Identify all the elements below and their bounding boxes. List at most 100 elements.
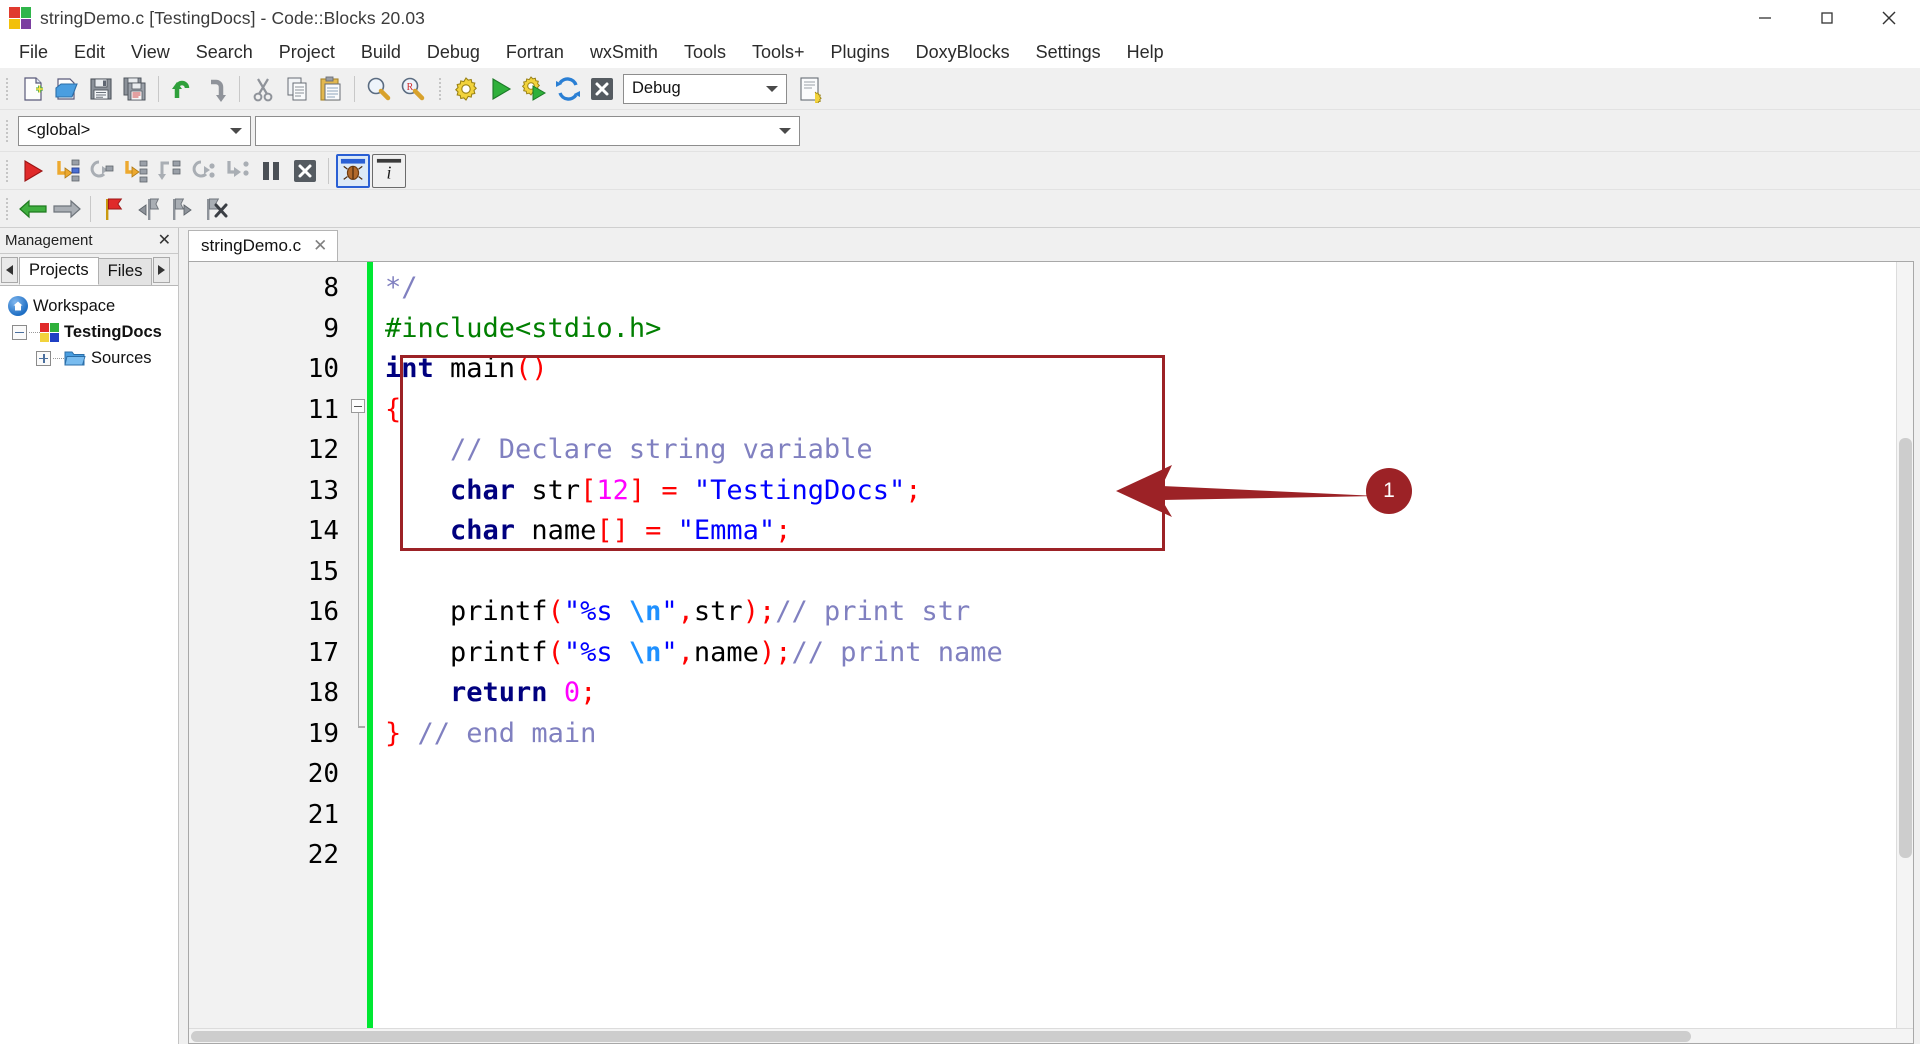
expand-toggle-icon[interactable] bbox=[36, 350, 51, 366]
code-line[interactable]: #include<stdio.h> bbox=[385, 309, 1913, 350]
forward-icon[interactable] bbox=[51, 193, 83, 225]
rebuild-icon[interactable] bbox=[552, 73, 584, 105]
fold-margin[interactable] bbox=[349, 262, 367, 1043]
redo-icon[interactable] bbox=[200, 73, 232, 105]
toggle-bookmark-icon[interactable] bbox=[98, 193, 130, 225]
menu-help[interactable]: Help bbox=[1114, 39, 1177, 66]
menu-view[interactable]: View bbox=[118, 39, 183, 66]
close-button[interactable] bbox=[1858, 0, 1920, 36]
editor-vertical-scrollbar[interactable] bbox=[1896, 262, 1913, 1043]
undo-icon[interactable] bbox=[166, 73, 198, 105]
toolbar-grip[interactable] bbox=[437, 74, 446, 104]
code-line[interactable]: char name[] = "Emma"; bbox=[385, 511, 1913, 552]
run-to-cursor-icon[interactable] bbox=[51, 155, 83, 187]
build-target-combo[interactable]: Debug bbox=[623, 73, 787, 104]
collapse-toggle-icon[interactable] bbox=[12, 324, 27, 340]
code-text[interactable]: */#include<stdio.h> int main(){ // Declar… bbox=[373, 262, 1913, 1043]
step-into-instruction-icon[interactable] bbox=[221, 155, 253, 187]
scrollbar-thumb[interactable] bbox=[1899, 438, 1912, 858]
paste-icon[interactable] bbox=[315, 73, 347, 105]
clear-bookmarks-icon[interactable] bbox=[200, 193, 232, 225]
menu-tools[interactable]: Tools bbox=[671, 39, 739, 66]
code-line[interactable]: */ bbox=[385, 268, 1913, 309]
save-all-icon[interactable] bbox=[119, 73, 151, 105]
build-and-run-icon[interactable] bbox=[518, 73, 550, 105]
code-line[interactable]: printf("%s \n",str);// print str bbox=[385, 592, 1913, 633]
close-icon[interactable]: ✕ bbox=[158, 232, 171, 249]
menu-settings[interactable]: Settings bbox=[1023, 39, 1114, 66]
code-token: [ bbox=[580, 474, 597, 506]
close-icon[interactable]: ✕ bbox=[313, 236, 327, 256]
line-number: 9 bbox=[323, 313, 339, 344]
run-icon[interactable] bbox=[484, 73, 516, 105]
toolbar-grip[interactable] bbox=[4, 116, 13, 146]
maximize-button[interactable] bbox=[1796, 0, 1858, 36]
tree-node-testingdocs[interactable]: TestingDocs bbox=[0, 319, 178, 345]
code-line[interactable] bbox=[385, 754, 1913, 795]
scope-combo[interactable]: <global> bbox=[18, 115, 251, 146]
menu-file[interactable]: File bbox=[6, 39, 61, 66]
tab-scroll-left-icon[interactable] bbox=[1, 257, 18, 283]
debug-continue-icon[interactable] bbox=[17, 155, 49, 187]
menu-tools-plus[interactable]: Tools+ bbox=[739, 39, 818, 66]
next-instruction-icon[interactable] bbox=[187, 155, 219, 187]
code-line[interactable]: return 0; bbox=[385, 673, 1913, 714]
previous-bookmark-icon[interactable] bbox=[132, 193, 164, 225]
menu-doxyblocks[interactable]: DoxyBlocks bbox=[903, 39, 1023, 66]
code-line[interactable]: { bbox=[385, 390, 1913, 431]
stop-debugger-icon[interactable] bbox=[289, 155, 321, 187]
fold-toggle-icon[interactable] bbox=[351, 399, 365, 413]
menu-plugins[interactable]: Plugins bbox=[818, 39, 903, 66]
code-editor[interactable]: 8 9 10 11 12 13 14 15 16 17 18 19 20 21 22 */#include<… bbox=[188, 261, 1914, 1044]
next-bookmark-icon[interactable] bbox=[166, 193, 198, 225]
code-line[interactable] bbox=[385, 552, 1913, 593]
tree-node-workspace[interactable]: Workspace bbox=[0, 293, 178, 319]
code-line[interactable]: } // end main bbox=[385, 714, 1913, 755]
build-options-icon[interactable] bbox=[795, 73, 827, 105]
build-icon[interactable] bbox=[450, 73, 482, 105]
replace-icon[interactable]: R bbox=[396, 73, 428, 105]
debugging-windows-icon[interactable] bbox=[336, 153, 370, 188]
menu-project[interactable]: Project bbox=[266, 39, 348, 66]
find-icon[interactable] bbox=[362, 73, 394, 105]
tab-files[interactable]: Files bbox=[97, 258, 153, 285]
editor-horizontal-scrollbar[interactable] bbox=[189, 1028, 1913, 1043]
menu-debug[interactable]: Debug bbox=[414, 39, 493, 66]
cut-icon[interactable] bbox=[247, 73, 279, 105]
toolbar-grip[interactable] bbox=[4, 74, 13, 104]
code-line[interactable] bbox=[385, 795, 1913, 836]
menu-build[interactable]: Build bbox=[348, 39, 414, 66]
code-line[interactable]: char str[12] = "TestingDocs"; bbox=[385, 471, 1913, 512]
line-number: 16 bbox=[307, 597, 339, 627]
tree-node-sources[interactable]: Sources bbox=[0, 345, 178, 371]
code-token: printf bbox=[385, 596, 548, 627]
copy-icon[interactable] bbox=[281, 73, 313, 105]
tab-projects[interactable]: Projects bbox=[19, 257, 99, 285]
minimize-button[interactable] bbox=[1734, 0, 1796, 36]
menu-search[interactable]: Search bbox=[183, 39, 266, 66]
next-line-icon[interactable] bbox=[85, 155, 117, 187]
back-icon[interactable] bbox=[17, 193, 49, 225]
toolbar-grip[interactable] bbox=[4, 194, 13, 224]
abort-icon[interactable] bbox=[586, 73, 618, 105]
various-info-icon[interactable]: i bbox=[372, 153, 406, 188]
tab-scroll-right-icon[interactable] bbox=[153, 257, 171, 283]
step-out-icon[interactable] bbox=[153, 155, 185, 187]
symbol-combo[interactable] bbox=[255, 115, 800, 146]
menu-wxsmith[interactable]: wxSmith bbox=[577, 39, 671, 66]
open-file-icon[interactable] bbox=[51, 73, 83, 105]
menu-fortran[interactable]: Fortran bbox=[493, 39, 577, 66]
break-debugger-icon[interactable] bbox=[255, 155, 287, 187]
step-into-icon[interactable] bbox=[119, 155, 151, 187]
menu-edit[interactable]: Edit bbox=[61, 39, 118, 66]
code-line[interactable]: int main() bbox=[385, 349, 1913, 390]
code-line[interactable]: // Declare string variable bbox=[385, 430, 1913, 471]
code-line[interactable]: printf("%s \n",name);// print name bbox=[385, 633, 1913, 674]
save-icon[interactable] bbox=[85, 73, 117, 105]
scrollbar-thumb[interactable] bbox=[191, 1031, 1691, 1042]
line-number: 10 bbox=[307, 354, 339, 384]
editor-tab-stringdemo[interactable]: stringDemo.c ✕ bbox=[188, 230, 339, 261]
code-line[interactable] bbox=[385, 835, 1913, 876]
toolbar-grip[interactable] bbox=[4, 156, 13, 186]
new-file-icon[interactable] bbox=[17, 73, 49, 105]
